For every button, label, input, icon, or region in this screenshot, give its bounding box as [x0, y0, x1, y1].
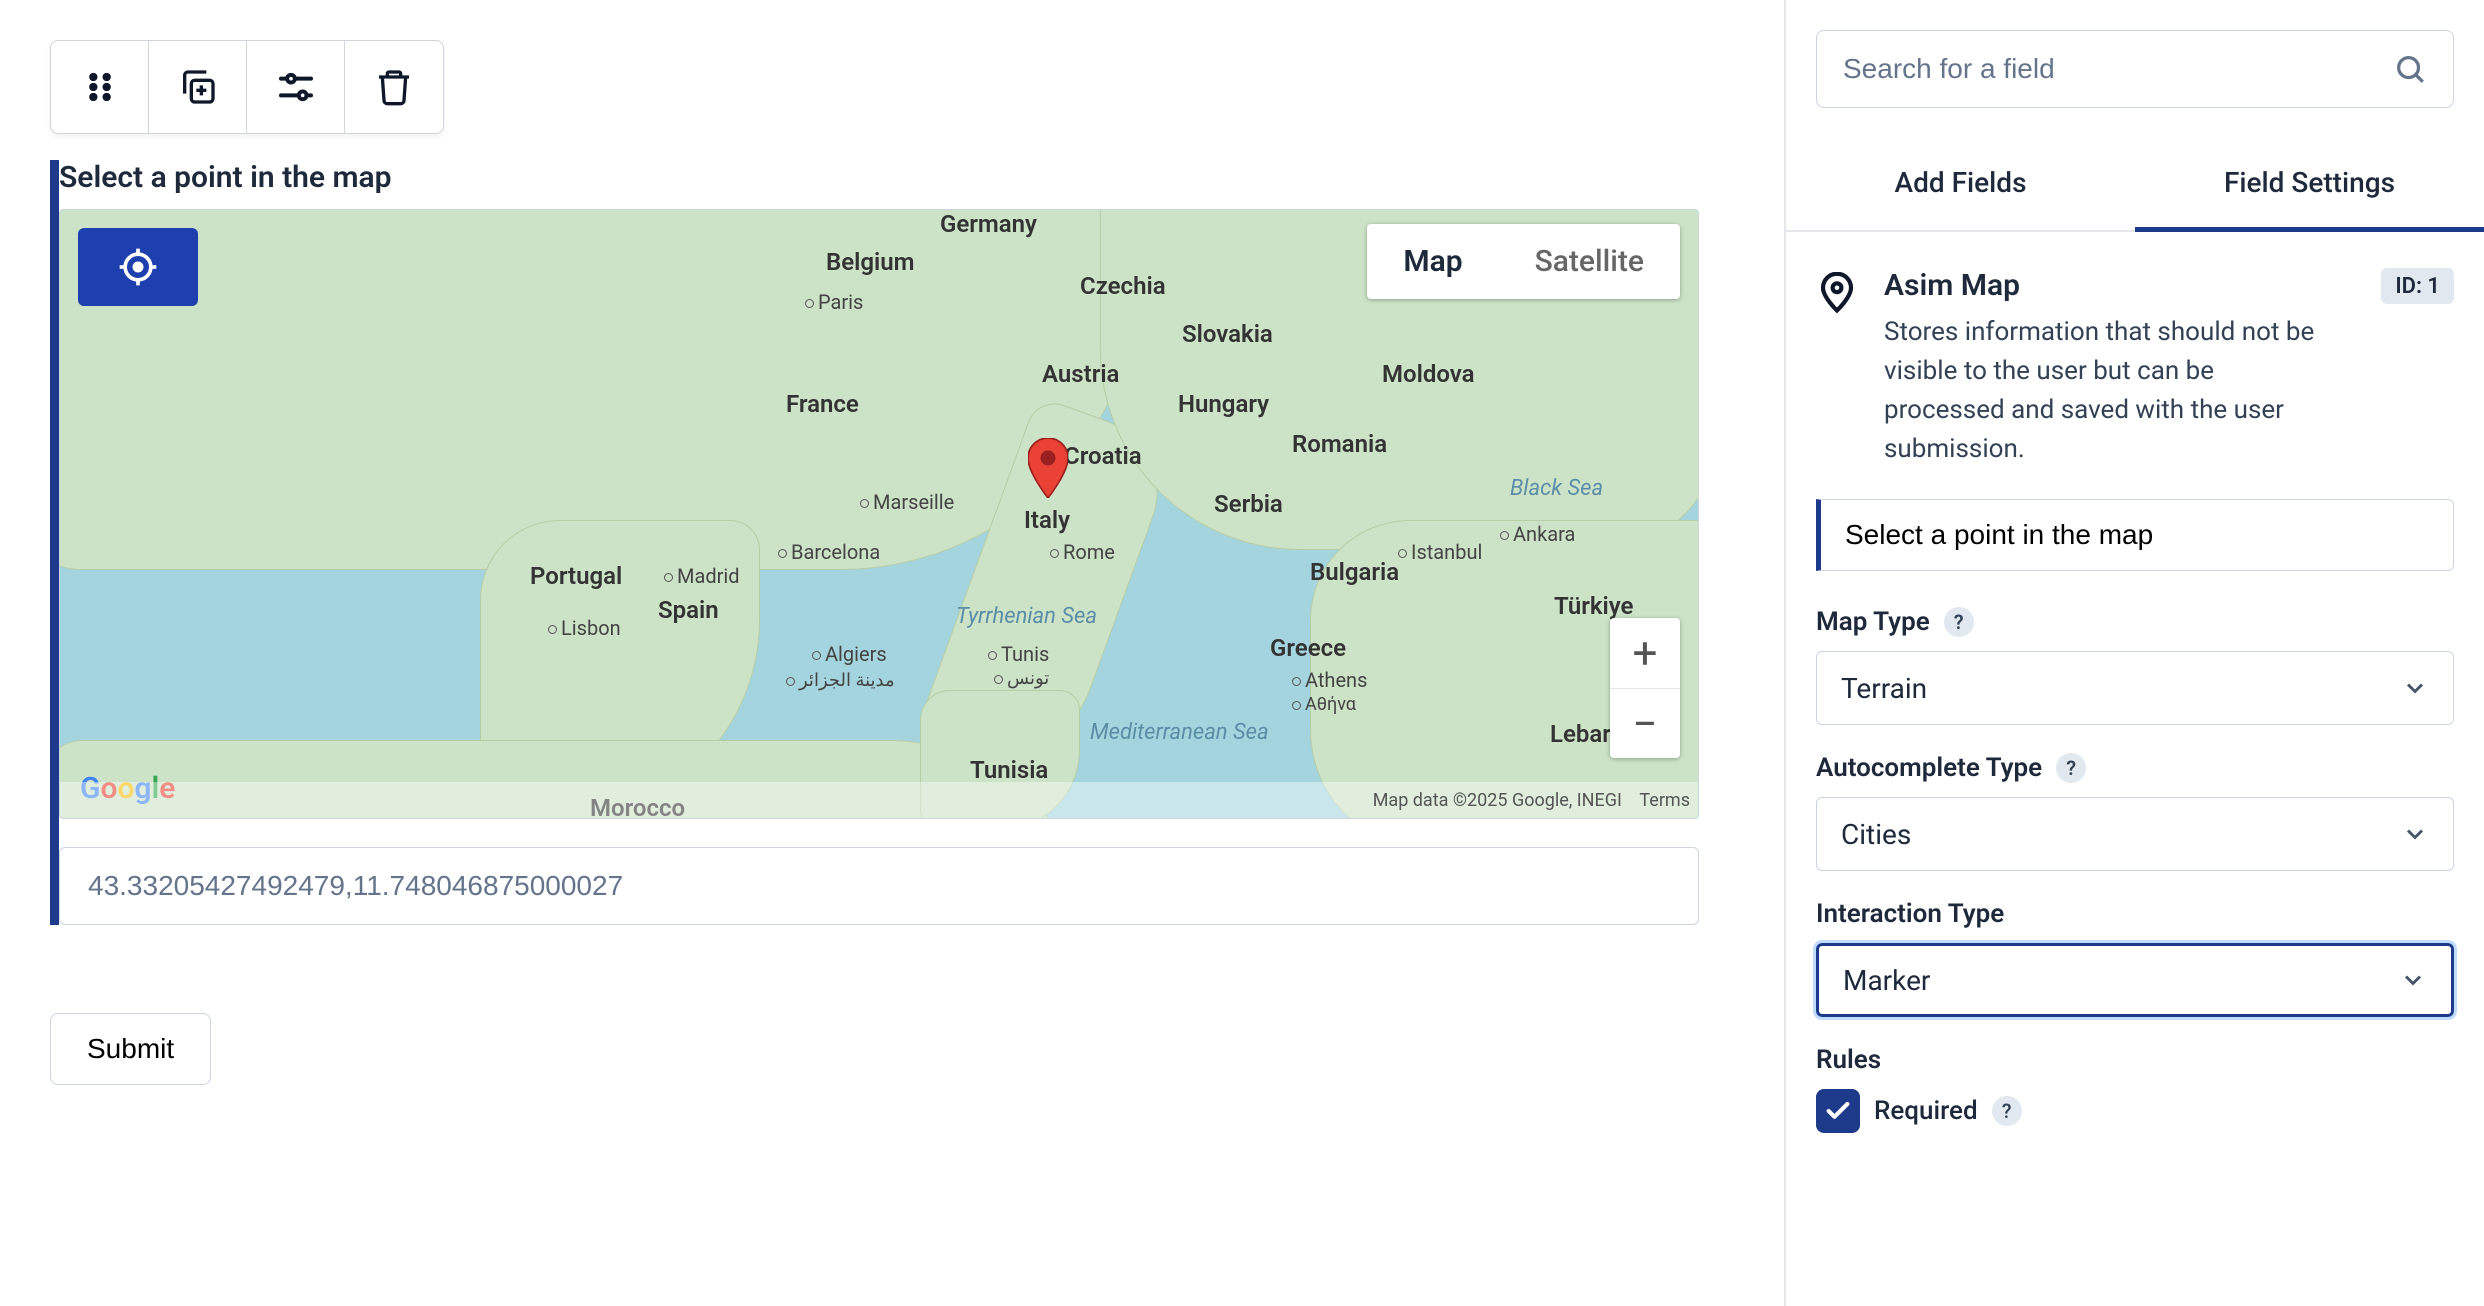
field-info: Asim Map Stores information that should …	[1786, 232, 2484, 489]
locate-me-button[interactable]	[78, 228, 198, 306]
field-label: Select a point in the map	[59, 160, 1734, 195]
map-city-native: تونس	[994, 668, 1049, 689]
map-sea-label: Mediterranean Sea	[1090, 720, 1269, 745]
field-description: Stores information that should not be vi…	[1884, 313, 2324, 469]
map-city-label: Barcelona	[778, 540, 880, 564]
help-icon[interactable]: ?	[1944, 607, 1974, 637]
field-id-badge: ID: 1	[2381, 268, 2454, 304]
rules-label: Rules	[1816, 1045, 2454, 1075]
field-toolbar	[50, 40, 444, 134]
map-type-label: Map Type ?	[1816, 607, 2454, 637]
coordinates-input[interactable]	[59, 847, 1699, 925]
map-city-label: Tunis	[988, 642, 1049, 666]
duplicate-button[interactable]	[149, 41, 247, 133]
required-label: Required	[1874, 1096, 1978, 1126]
delete-button[interactable]	[345, 41, 443, 133]
map-country-label: Germany	[940, 210, 1037, 238]
help-icon[interactable]: ?	[1992, 1096, 2022, 1126]
map-type-value: Terrain	[1841, 672, 1927, 705]
map-city-label: Paris	[805, 290, 863, 314]
field-name: Asim Map	[1884, 268, 2324, 303]
interaction-type-select[interactable]: Marker	[1816, 943, 2454, 1017]
location-pin-icon	[1816, 272, 1858, 469]
chevron-down-icon	[2401, 820, 2429, 848]
map-type-switcher: Map Satellite	[1367, 224, 1680, 299]
map-country-label: Slovakia	[1182, 320, 1273, 348]
map-city-label: Athens	[1292, 668, 1367, 692]
drag-handle-icon	[80, 67, 120, 107]
map-country-label: Greece	[1270, 634, 1346, 662]
map-country-label: Czechia	[1080, 272, 1166, 300]
map-city-label: Ankara	[1500, 522, 1575, 546]
map-city-label: Algiers	[812, 642, 887, 666]
interaction-type-value: Marker	[1843, 964, 1930, 997]
map-city-label: Madrid	[664, 564, 740, 588]
map-city-label: Rome	[1050, 540, 1115, 564]
help-icon[interactable]: ?	[2056, 753, 2086, 783]
interaction-type-label: Interaction Type	[1816, 899, 2454, 929]
map-country-label: Serbia	[1214, 490, 1283, 518]
map-country-label: France	[786, 390, 859, 418]
field-label-input[interactable]	[1845, 519, 2429, 551]
chevron-down-icon	[2399, 966, 2427, 994]
map-marker-icon[interactable]	[1028, 438, 1068, 494]
map-country-label: Lebar	[1550, 720, 1611, 748]
map-country-label: Spain	[658, 596, 719, 624]
map-city-native: Αθήνα	[1292, 694, 1356, 715]
autocomplete-type-value: Cities	[1841, 818, 1911, 851]
map-country-label: Türkiye	[1554, 592, 1633, 620]
autocomplete-type-label: Autocomplete Type ?	[1816, 753, 2454, 783]
map-city-native: مدينة الجزائر	[786, 670, 895, 691]
map-sea-label: Tyrrhenian Sea	[956, 604, 1097, 629]
trash-icon	[374, 67, 414, 107]
map-country-label: Portugal	[530, 562, 622, 590]
field-search[interactable]	[1816, 30, 2454, 108]
map-attribution: Map data ©2025 Google, INEGI	[1373, 790, 1622, 811]
zoom-control: + −	[1610, 618, 1680, 758]
check-icon	[1824, 1097, 1852, 1125]
map-country-label: Moldova	[1382, 360, 1474, 388]
adjust-button[interactable]	[247, 41, 345, 133]
chevron-down-icon	[2401, 674, 2429, 702]
field-label-input-wrap[interactable]	[1816, 499, 2454, 571]
tab-add-fields[interactable]: Add Fields	[1786, 138, 2135, 230]
map-country-label: Italy	[1024, 506, 1070, 534]
map-credits: Map data ©2025 Google, INEGI Terms	[60, 782, 1698, 818]
map-country-label: Belgium	[826, 248, 915, 276]
required-checkbox[interactable]	[1816, 1089, 1860, 1133]
zoom-in-button[interactable]: +	[1610, 618, 1680, 688]
map-type-select[interactable]: Terrain	[1816, 651, 2454, 725]
sliders-icon	[276, 67, 316, 107]
map-field-block: Select a point in the map Germany Belgiu…	[50, 160, 1734, 925]
drag-handle-button[interactable]	[51, 41, 149, 133]
satellite-view-tab[interactable]: Satellite	[1499, 224, 1680, 299]
map-city-label: Lisbon	[548, 616, 621, 640]
map-country-label: Tunisia	[970, 756, 1048, 784]
map-country-label: Bulgaria	[1310, 558, 1399, 586]
map-country-label: Austria	[1042, 360, 1119, 388]
sidebar-tabs: Add Fields Field Settings	[1786, 138, 2484, 232]
map-view-tab[interactable]: Map	[1367, 224, 1498, 299]
submit-button[interactable]: Submit	[50, 1013, 211, 1085]
zoom-out-button[interactable]: −	[1610, 688, 1680, 758]
field-search-input[interactable]	[1843, 53, 2393, 85]
sidebar: Add Fields Field Settings Asim Map Store…	[1784, 0, 2484, 1306]
map-country-label: Romania	[1292, 430, 1387, 458]
map-sea-label: Black Sea	[1510, 476, 1603, 501]
map-city-label: Istanbul	[1398, 540, 1482, 564]
duplicate-icon	[178, 67, 218, 107]
tab-field-settings[interactable]: Field Settings	[2135, 138, 2484, 232]
map-country-label: Hungary	[1178, 390, 1269, 418]
map-terms-link[interactable]: Terms	[1639, 790, 1690, 811]
crosshair-icon	[116, 245, 160, 289]
map-country-label: Croatia	[1064, 442, 1142, 470]
map-city-label: Marseille	[860, 490, 954, 514]
autocomplete-type-select[interactable]: Cities	[1816, 797, 2454, 871]
map-canvas[interactable]: Germany Belgium Paris Czechia Slovakia A…	[59, 209, 1699, 819]
search-icon	[2393, 52, 2427, 86]
